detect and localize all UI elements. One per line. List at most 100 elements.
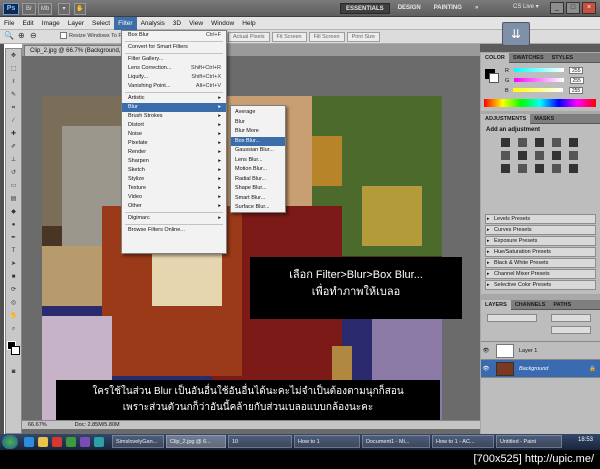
menu-filter[interactable]: Filter [114, 16, 137, 30]
filter-menu-item[interactable]: Box Blur Ctrl+F [122, 31, 226, 40]
exposure-icon[interactable] [552, 138, 561, 147]
color-balance-icon[interactable] [518, 151, 527, 160]
maximize-button[interactable]: □ [566, 2, 580, 14]
tab-channels[interactable]: CHANNELS [511, 300, 550, 310]
filter-menu-item[interactable]: Render ▸ [122, 148, 226, 157]
blur-menu-item[interactable]: Average [231, 108, 285, 118]
preset-hue-saturation[interactable]: Hue/Saturation Presets [485, 247, 596, 257]
eraser-tool-icon[interactable]: ▭ [7, 180, 20, 192]
color-swatches[interactable] [6, 341, 21, 365]
shape-tool-icon[interactable]: ■ [7, 271, 20, 283]
blur-menu-item[interactable]: Surface Blur... [231, 203, 285, 213]
filter-menu-item[interactable]: Pixelate ▸ [122, 139, 226, 148]
blur-menu-item[interactable]: Smart Blur... [231, 194, 285, 204]
curves-icon[interactable] [535, 138, 544, 147]
workspace-more[interactable]: » [470, 3, 483, 14]
fill-screen-button[interactable]: Fill Screen [308, 32, 345, 42]
visibility-eye-icon[interactable]: 👁 [481, 366, 491, 372]
filter-menu-item[interactable]: Video ▸ [122, 193, 226, 202]
color-spectrum[interactable] [484, 99, 596, 107]
move-tool-icon[interactable]: ✥ [7, 50, 20, 62]
taskbar-item[interactable]: SimslovelyGan... [112, 435, 164, 448]
layer-row-selected[interactable]: 👁 Background 🔒 [481, 360, 600, 378]
workspace-painting[interactable]: PAINTING [429, 3, 467, 14]
menu-layer[interactable]: Layer [64, 17, 88, 30]
3d-orbit-tool-icon[interactable]: ◎ [7, 297, 20, 309]
opacity-field[interactable] [551, 314, 591, 322]
blur-tool-icon[interactable]: ◆ [7, 206, 20, 218]
quicklaunch-app2-icon[interactable] [80, 437, 90, 447]
filter-menu-item[interactable]: Artistic ▸ [122, 94, 226, 103]
workspace-essentials[interactable]: ESSENTIALS [340, 3, 390, 14]
photo-filter-icon[interactable] [552, 151, 561, 160]
actual-pixels-button[interactable]: Actual Pixels [228, 32, 270, 42]
preset-black-white[interactable]: Black & White Presets [485, 258, 596, 268]
zoom-in-icon[interactable]: ⊕ [18, 31, 25, 40]
lasso-tool-icon[interactable]: ℓ [7, 76, 20, 88]
vibrance-icon[interactable] [569, 138, 578, 147]
collapse-arrows-icon[interactable]: ⇊ [502, 22, 530, 46]
posterize-icon[interactable] [518, 164, 527, 173]
taskbar-item-active[interactable]: Clip_2.jpg @ 6... [166, 435, 226, 448]
background-color[interactable] [11, 346, 20, 355]
preset-channel-mixer[interactable]: Channel Mixer Presets [485, 269, 596, 279]
channel-mixer-icon[interactable] [569, 151, 578, 160]
preset-exposure[interactable]: Exposure Presets [485, 236, 596, 246]
color-bg-swatch[interactable] [489, 73, 499, 83]
eyedropper-tool-icon[interactable]: ⁄ [7, 115, 20, 127]
filter-menu-item[interactable]: Stylize ▸ [122, 175, 226, 184]
layer-row[interactable]: 👁 Layer 1 [481, 342, 600, 360]
taskbar-item[interactable]: How to 1 [294, 435, 360, 448]
blur-menu-item[interactable]: Box Blur... [231, 136, 285, 146]
filter-menu-item[interactable]: Noise ▸ [122, 130, 226, 139]
mini-bridge-icon[interactable]: Mb [38, 3, 52, 15]
hand-tool-icon[interactable]: ✋ [7, 310, 20, 322]
filter-menu-item[interactable]: Lens Correction... Shift+Ctrl+R [122, 64, 226, 73]
workspace-design[interactable]: DESIGN [393, 3, 426, 14]
quicklaunch-app-icon[interactable] [66, 437, 76, 447]
zoom-tool-icon[interactable]: 🔍 [4, 31, 14, 40]
fill-field[interactable] [551, 326, 591, 334]
b-slider[interactable] [513, 88, 564, 92]
panel-collapse-strip[interactable] [480, 44, 600, 52]
threshold-icon[interactable] [535, 164, 544, 173]
preset-levels[interactable]: Levels Presets [485, 214, 596, 224]
path-selection-tool-icon[interactable]: ➤ [7, 258, 20, 270]
menu-help[interactable]: Help [238, 17, 259, 30]
blur-menu-item[interactable]: Blur [231, 118, 285, 128]
blur-menu-item[interactable]: Blur More [231, 127, 285, 137]
filter-menu-item[interactable]: Brush Strokes ▸ [122, 112, 226, 121]
invert-icon[interactable] [501, 164, 510, 173]
menu-analysis[interactable]: Analysis [137, 17, 169, 30]
quick-mask-icon[interactable]: ◙ [7, 366, 20, 378]
blur-menu-item[interactable]: Radial Blur... [231, 175, 285, 185]
cs-live-button[interactable]: CS Live ▾ [513, 3, 539, 10]
taskbar-item[interactable]: Document1 - Mi... [362, 435, 430, 448]
blur-menu-item[interactable]: Shape Blur... [231, 184, 285, 194]
filter-menu-item[interactable]: Digimarc ▸ [122, 214, 226, 223]
marquee-tool-icon[interactable]: ⬚ [7, 63, 20, 75]
filter-menu-item[interactable]: Sharpen ▸ [122, 157, 226, 166]
selective-color-icon[interactable] [569, 164, 578, 173]
quick-select-tool-icon[interactable]: ✎ [7, 89, 20, 101]
quicklaunch-explorer-icon[interactable] [38, 437, 48, 447]
start-button-icon[interactable] [2, 435, 18, 449]
tab-swatches[interactable]: SWATCHES [509, 53, 548, 63]
filter-menu-item[interactable]: Distort ▸ [122, 121, 226, 130]
menu-image[interactable]: Image [38, 17, 64, 30]
g-slider[interactable] [513, 78, 564, 82]
brush-tool-icon[interactable]: ✐ [7, 141, 20, 153]
tab-layers[interactable]: LAYERS [481, 299, 511, 310]
tab-paths[interactable]: PATHS [549, 300, 575, 310]
layer-name[interactable]: Layer 1 [519, 348, 537, 354]
zoom-readout[interactable]: 66.67% [22, 421, 53, 429]
zoom-level-icon[interactable]: ▾ [58, 3, 70, 15]
preset-selective-color[interactable]: Selective Color Presets [485, 280, 596, 290]
3d-rotate-tool-icon[interactable]: ⟳ [7, 284, 20, 296]
tab-color[interactable]: COLOR [481, 52, 509, 63]
blur-menu-item[interactable]: Lens Blur... [231, 156, 285, 166]
type-tool-icon[interactable]: T [7, 245, 20, 257]
print-size-button[interactable]: Print Size [346, 32, 381, 42]
resize-windows-checkbox[interactable] [60, 32, 67, 39]
filter-menu-item[interactable]: Vanishing Point... Alt+Ctrl+V [122, 82, 226, 91]
